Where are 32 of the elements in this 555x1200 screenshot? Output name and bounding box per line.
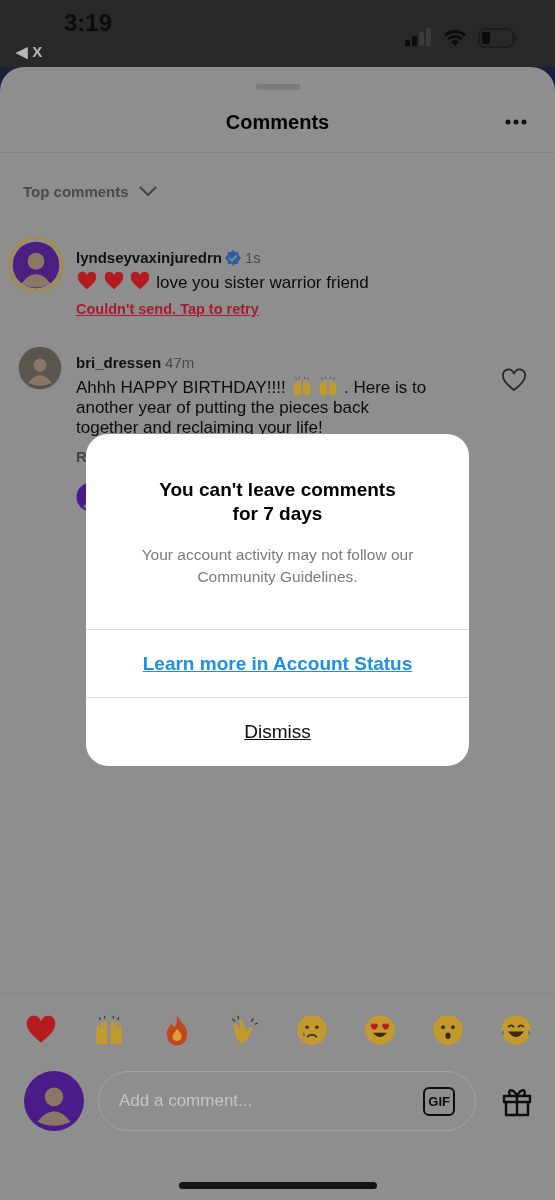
dismiss-button[interactable]: Dismiss bbox=[244, 721, 311, 744]
chevron-down-icon[interactable] bbox=[138, 186, 157, 196]
avatar[interactable] bbox=[8, 237, 64, 293]
account-status-link[interactable]: Learn more in Account Status bbox=[142, 652, 413, 675]
gif-button[interactable]: GIF bbox=[423, 1086, 455, 1116]
crying-face-icon[interactable] bbox=[295, 1013, 330, 1047]
comment-time: 1s bbox=[244, 249, 261, 266]
comment-text: . Here is to bbox=[343, 378, 427, 397]
comment-text: love you sister warrior friend bbox=[156, 273, 369, 292]
back-to-app-link[interactable]: ◀ X bbox=[16, 43, 43, 61]
battery-icon bbox=[478, 28, 518, 48]
comment-time: 47m bbox=[165, 354, 195, 371]
avatar[interactable] bbox=[23, 1070, 85, 1132]
surprised-face-icon[interactable] bbox=[431, 1013, 466, 1047]
heart-icon bbox=[76, 270, 98, 292]
signal-icon bbox=[405, 28, 433, 46]
sheet-title: Comments bbox=[225, 110, 330, 134]
comment-text: Ahhh HAPPY BIRTHDAY!!!! bbox=[76, 378, 286, 397]
username[interactable]: bri_dressen bbox=[76, 354, 162, 371]
dialog-title: You can't leave comments for 7 days bbox=[158, 478, 397, 526]
like-heart-icon[interactable] bbox=[501, 368, 527, 392]
heart-icon bbox=[102, 270, 125, 292]
wifi-icon bbox=[443, 28, 467, 46]
heart-icon bbox=[129, 270, 152, 292]
heart-eyes-face-icon[interactable] bbox=[363, 1013, 398, 1047]
laughing-face-icon[interactable] bbox=[498, 1013, 533, 1047]
username[interactable]: lyndseyvaxinjuredrn bbox=[76, 249, 222, 266]
dialog-message: Your account activity may not follow our Community Guidelines. bbox=[140, 545, 415, 587]
comment-text: another year of putting the pieces back together and reclaiming your life! bbox=[76, 398, 370, 438]
more-options-icon[interactable] bbox=[505, 119, 527, 125]
reply-link[interactable]: R bbox=[76, 448, 87, 465]
avatar[interactable] bbox=[18, 346, 62, 390]
